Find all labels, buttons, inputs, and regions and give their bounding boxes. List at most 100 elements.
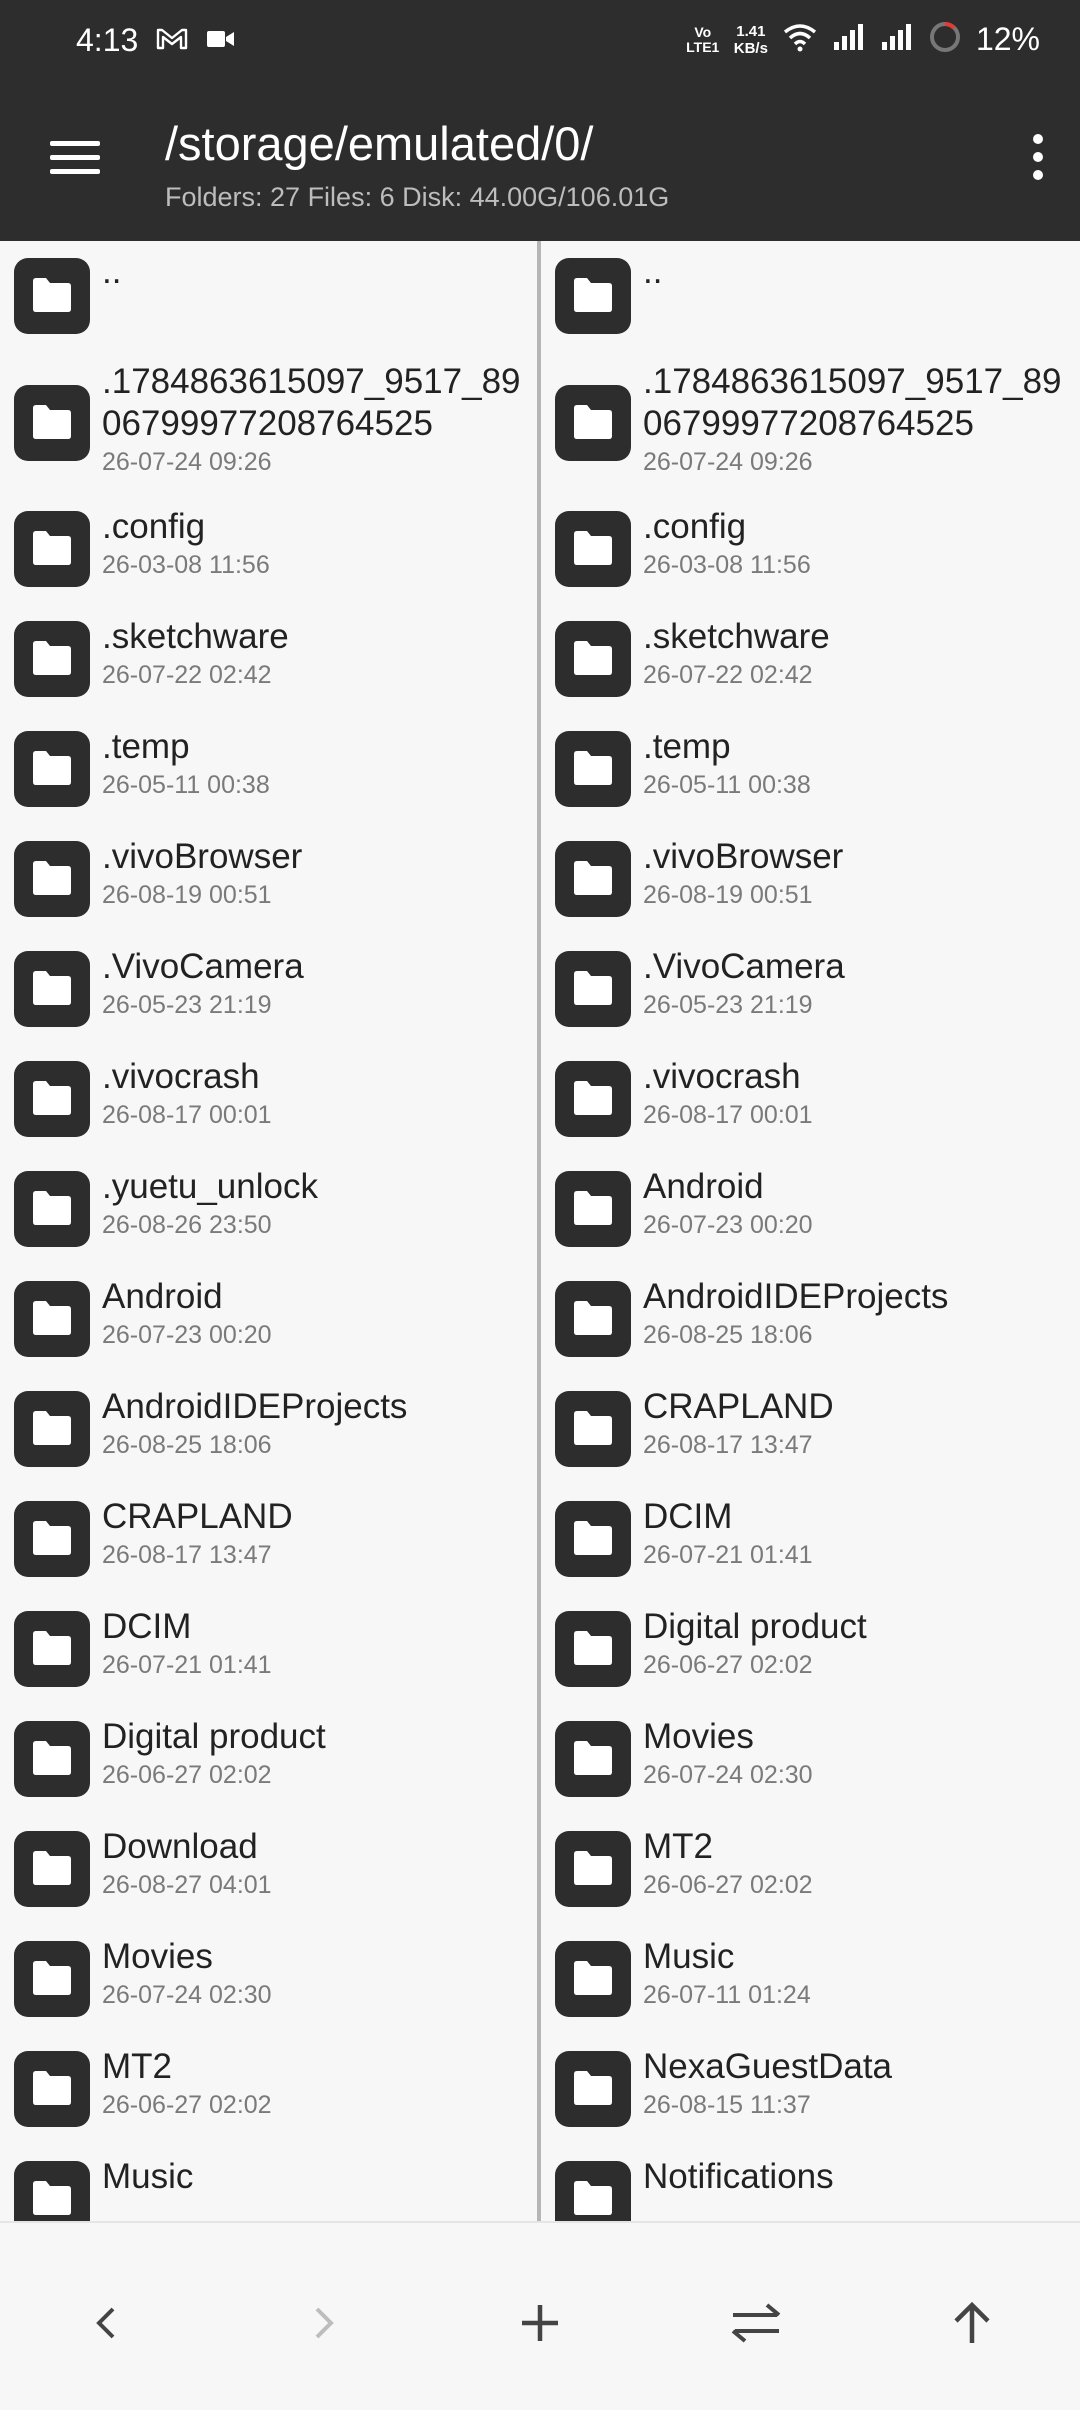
folder-name: ..	[643, 252, 663, 291]
folder-icon	[14, 1061, 90, 1137]
folder-icon	[14, 1941, 90, 2017]
battery-percent: 12%	[975, 21, 1040, 57]
folder-name: .temp	[643, 727, 731, 766]
plus-icon[interactable]	[500, 2283, 580, 2363]
folder-modified-date: 26-07-24 02:30	[102, 1981, 272, 2009]
storage-summary: Folders: 27 Files: 6 Disk: 44.00G/106.01…	[165, 182, 670, 212]
folder-row[interactable]: Digital product 26-06-27 02:02	[541, 1594, 1080, 1704]
folder-row[interactable]: .temp 26-05-11 00:38	[0, 714, 539, 824]
parent-folder-row[interactable]: ..	[0, 241, 539, 351]
folder-modified-date: 26-08-25 18:06	[102, 1431, 272, 1459]
folder-row[interactable]: .sketchware 26-07-22 02:42	[0, 604, 539, 714]
folder-row[interactable]: NexaGuestData 26-08-15 11:37	[541, 2034, 1080, 2144]
menu-icon[interactable]	[44, 134, 106, 190]
folder-icon	[14, 258, 90, 334]
folder-modified-date: 26-08-17 00:01	[102, 1101, 272, 1129]
folder-modified-date: 26-06-27 02:02	[102, 1761, 272, 1789]
folder-name: .1784863615097_9517_8906799977208764525	[643, 362, 1062, 443]
folder-row[interactable]: .yuetu_unlock 26-08-26 23:50	[0, 1154, 539, 1264]
folder-name: .vivocrash	[643, 1057, 801, 1096]
gmail-icon	[156, 26, 188, 57]
folder-row[interactable]: Notifications	[541, 2144, 1080, 2221]
folder-name: MT2	[643, 1827, 713, 1866]
folder-row[interactable]: CRAPLAND 26-08-17 13:47	[0, 1484, 539, 1594]
folder-row[interactable]: .vivocrash 26-08-17 00:01	[0, 1044, 539, 1154]
folder-icon	[555, 621, 631, 697]
folder-row[interactable]: .sketchware 26-07-22 02:42	[541, 604, 1080, 714]
folder-modified-date: 26-05-23 21:19	[643, 991, 813, 1019]
folder-modified-date: 26-08-26 23:50	[102, 1211, 272, 1239]
folder-icon	[555, 258, 631, 334]
folder-modified-date: 26-08-25 18:06	[643, 1321, 813, 1349]
folder-row[interactable]: .1784863615097_9517_8906799977208764525 2…	[0, 351, 539, 494]
folder-row[interactable]: Movies 26-07-24 02:30	[541, 1704, 1080, 1814]
more-options-icon[interactable]	[1016, 134, 1060, 190]
folder-icon	[14, 731, 90, 807]
network-speed-unit: KB/s	[733, 39, 768, 57]
signal-icon	[880, 22, 914, 57]
folder-name: .vivoBrowser	[102, 837, 303, 876]
folder-row[interactable]: AndroidIDEProjects 26-08-25 18:06	[541, 1264, 1080, 1374]
folder-name: .temp	[102, 727, 190, 766]
folder-modified-date: 26-07-24 09:26	[102, 448, 272, 476]
folder-row[interactable]: Music 26-07-11 01:24	[541, 1924, 1080, 2034]
folder-name: DCIM	[643, 1497, 733, 1536]
folder-row[interactable]: .vivoBrowser 26-08-19 00:51	[0, 824, 539, 934]
folder-row[interactable]: .vivoBrowser 26-08-19 00:51	[541, 824, 1080, 934]
folder-modified-date: 26-07-22 02:42	[643, 661, 813, 689]
folder-row[interactable]: MT2 26-06-27 02:02	[0, 2034, 539, 2144]
folder-icon	[555, 1281, 631, 1357]
folder-modified-date: 26-07-22 02:42	[102, 661, 272, 689]
folder-name: .sketchware	[102, 617, 289, 656]
folder-modified-date: 26-03-08 11:56	[102, 551, 270, 579]
folder-icon	[14, 951, 90, 1027]
folder-modified-date: 26-05-23 21:19	[102, 991, 272, 1019]
folder-row[interactable]: Movies 26-07-24 02:30	[0, 1924, 539, 2034]
folder-row[interactable]: Digital product 26-06-27 02:02	[0, 1704, 539, 1814]
folder-row[interactable]: .vivocrash 26-08-17 00:01	[541, 1044, 1080, 1154]
folder-row[interactable]: Music	[0, 2144, 539, 2221]
folder-row[interactable]: DCIM 26-07-21 01:41	[541, 1484, 1080, 1594]
folder-row[interactable]: DCIM 26-07-21 01:41	[0, 1594, 539, 1704]
folder-row[interactable]: AndroidIDEProjects 26-08-25 18:06	[0, 1374, 539, 1484]
status-indicators: Vo LTE1 1.41 KB/s 12%	[686, 20, 1040, 59]
folder-icon	[555, 1171, 631, 1247]
folder-row[interactable]: .VivoCamera 26-05-23 21:19	[541, 934, 1080, 1044]
folder-icon	[555, 2051, 631, 2127]
folder-modified-date: 26-07-11 01:24	[643, 1981, 811, 2009]
folder-modified-date: 26-07-21 01:41	[643, 1541, 813, 1569]
folder-modified-date: 26-08-17 00:01	[643, 1101, 813, 1129]
parent-folder-row[interactable]: ..	[541, 241, 1080, 351]
folder-row[interactable]: .VivoCamera 26-05-23 21:19	[0, 934, 539, 1044]
folder-row[interactable]: CRAPLAND 26-08-17 13:47	[541, 1374, 1080, 1484]
left-file-pane: .. .1784863615097_9517_890679997720876452…	[0, 241, 539, 2221]
folder-row[interactable]: Android 26-07-23 00:20	[0, 1264, 539, 1374]
up-arrow-icon[interactable]	[932, 2283, 1012, 2363]
folder-row[interactable]: .config 26-03-08 11:56	[541, 494, 1080, 604]
status-bar: 4:13 Vo LTE1 1.41 KB/s 12%	[0, 0, 1080, 86]
signal-icon	[832, 22, 866, 57]
folder-row[interactable]: MT2 26-06-27 02:02	[541, 1814, 1080, 1924]
folder-icon	[555, 511, 631, 587]
folder-name: AndroidIDEProjects	[643, 1277, 949, 1316]
forward-icon[interactable]	[283, 2283, 363, 2363]
folder-row[interactable]: .1784863615097_9517_8906799977208764525 2…	[541, 351, 1080, 494]
folder-icon	[14, 1611, 90, 1687]
swap-icon[interactable]	[716, 2283, 796, 2363]
folder-row[interactable]: .config 26-03-08 11:56	[0, 494, 539, 604]
back-icon[interactable]	[67, 2283, 147, 2363]
folder-name: CRAPLAND	[102, 1497, 293, 1536]
bottom-toolbar	[0, 2221, 1080, 2410]
folder-name: CRAPLAND	[643, 1387, 834, 1426]
folder-row[interactable]: Android 26-07-23 00:20	[541, 1154, 1080, 1264]
folder-icon	[14, 2051, 90, 2127]
folder-icon	[555, 1611, 631, 1687]
folder-name: Android	[643, 1167, 764, 1206]
folder-row[interactable]: Download 26-08-27 04:01	[0, 1814, 539, 1924]
folder-row[interactable]: .temp 26-05-11 00:38	[541, 714, 1080, 824]
folder-name: .config	[102, 507, 206, 546]
folder-icon	[555, 1941, 631, 2017]
network-speed: 1.41 KB/s	[734, 23, 768, 57]
folder-name: Download	[102, 1827, 258, 1866]
folder-name: .vivocrash	[102, 1057, 260, 1096]
